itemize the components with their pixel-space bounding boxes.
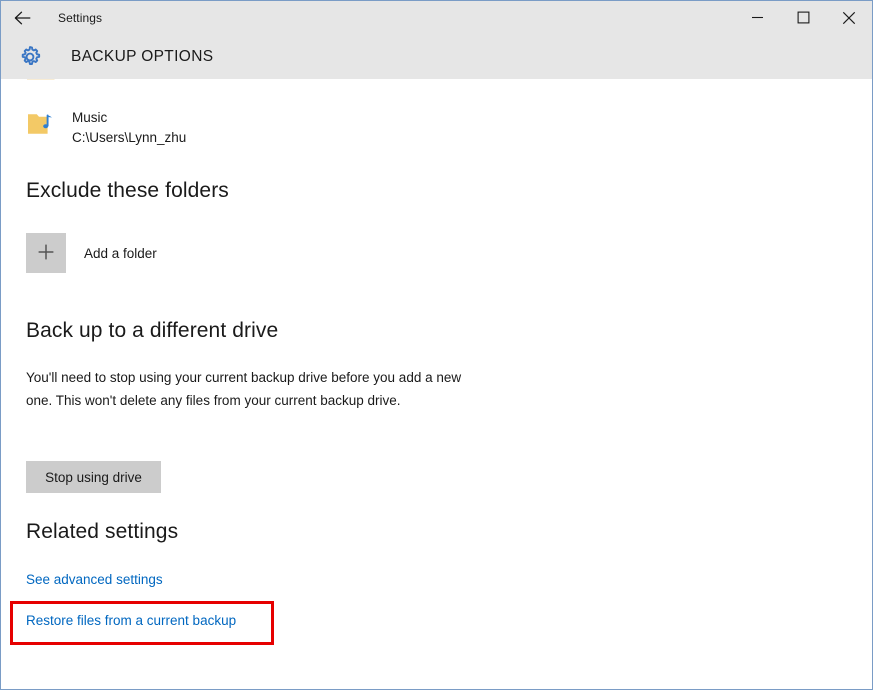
maximize-button[interactable] [780,1,826,34]
folder-list-item[interactable]: Music C:\Users\Lynn_zhu [26,108,186,148]
minimize-button[interactable] [734,1,780,34]
maximize-icon [797,11,810,24]
folder-text: Music C:\Users\Lynn_zhu [72,108,186,148]
gear-icon [14,41,46,73]
back-button[interactable] [1,1,46,34]
back-arrow-icon [13,10,34,26]
folder-path: C:\Users\Lynn_zhu [72,130,187,145]
add-folder-row: Add a folder [26,233,157,273]
settings-window: Settings BACKUP OPTIONS Music C:\Users\L… [0,0,873,690]
section-heading-exclude-folders: Exclude these folders [26,179,229,202]
link-restore-files-from-current-backup[interactable]: Restore files from a current backup [26,613,236,628]
close-icon [842,11,856,25]
folder-list-item[interactable]: C:\Users\Public [26,79,165,82]
window-controls [734,1,872,34]
minimize-icon [751,11,764,24]
folder-icon [26,79,64,82]
add-folder-button[interactable] [26,233,66,273]
section-heading-backup-drive: Back up to a different drive [26,319,279,342]
add-folder-label: Add a folder [84,245,157,261]
app-title: Settings [58,10,103,25]
title-bar: Settings [1,1,872,34]
close-button[interactable] [826,1,872,34]
settings-content: C:\Users\Public Music C:\Users\Lynn_zhu … [1,79,872,689]
link-see-advanced-settings[interactable]: See advanced settings [26,572,163,587]
page-header: BACKUP OPTIONS [1,34,872,79]
folder-name: Music [72,110,108,125]
folder-music-icon [26,108,64,139]
page-title: BACKUP OPTIONS [71,47,214,65]
backup-drive-description: You'll need to stop using your current b… [26,370,462,408]
plus-icon [36,242,56,265]
stop-using-drive-button[interactable]: Stop using drive [26,461,161,493]
section-heading-related-settings: Related settings [26,520,179,543]
